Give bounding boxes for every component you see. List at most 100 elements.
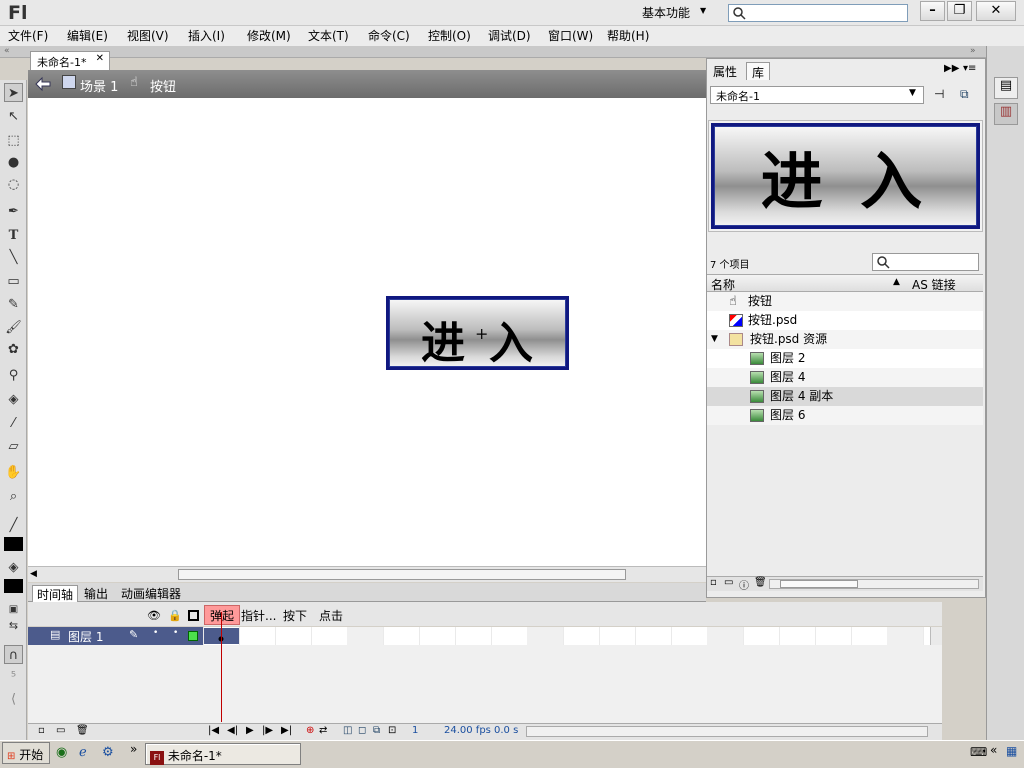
outline-toggle-icon[interactable] [188,610,199,621]
column-linkage[interactable]: AS 链接 [912,276,956,293]
library-item[interactable]: 图层 4 副本 [707,387,983,406]
start-button[interactable]: ⊞ 开始 [2,742,50,764]
chevron-down-icon[interactable]: ▼ [909,88,916,98]
stroke-color-icon[interactable]: ╱ [4,516,23,535]
tab-timeline[interactable]: 时间轴 [32,585,79,603]
new-layer-icon[interactable]: ▫ [38,725,45,736]
sort-up-icon[interactable]: ▲ [893,277,900,287]
scroll-left-icon[interactable]: ◀ [30,569,37,579]
new-folder-icon[interactable]: ▭ [56,725,65,736]
last-frame-icon[interactable]: ▶| [281,725,292,736]
chrome-icon[interactable]: ◉ [56,745,67,760]
free-transform-icon[interactable]: ⬚ [4,131,23,150]
3d-rotation-icon[interactable]: ● [4,153,23,172]
tab-library[interactable]: 库 [746,62,771,80]
eye-icon[interactable]: 👁 [147,609,161,622]
ie-icon[interactable]: ℯ [79,745,87,760]
snap-magnet-icon[interactable]: ∩ [4,645,23,664]
timeline-horizontal-scrollbar[interactable] [526,726,928,737]
breadcrumb-scene[interactable]: 场景 1 [80,76,118,95]
frame-label-up[interactable]: 弹起 [204,605,240,625]
menu-control[interactable]: 控制(O) [428,27,471,44]
keyboard-icon[interactable]: ⌨ [970,745,987,759]
hand-tool-icon[interactable]: ✋ [4,463,23,482]
pencil-icon[interactable]: ✎ [4,295,23,314]
back-arrow-icon[interactable] [34,76,52,92]
settings-icon[interactable]: ⚙ [102,745,114,760]
line-tool-icon[interactable]: ╲ [4,248,23,267]
stage-canvas[interactable] [28,98,706,566]
scrollbar-thumb[interactable] [780,580,858,588]
prev-frame-icon[interactable]: ◀| [227,725,238,736]
rectangle-tool-icon[interactable]: ▭ [4,272,23,291]
restore-button[interactable]: ❐ [947,1,972,21]
panel-menu-icon[interactable]: ▾≡ [963,63,976,74]
breadcrumb-symbol[interactable]: 按钮 [150,76,176,95]
deco-tool-icon[interactable]: ✿ [4,340,23,359]
loop-icon[interactable]: ⇄ [319,725,327,736]
expand-triangle-icon[interactable]: ▼ [711,330,718,349]
tray-expand-icon[interactable]: « [990,743,997,757]
first-frame-icon[interactable]: |◀ [208,725,219,736]
collapse-left-icon[interactable]: « [4,46,10,56]
new-symbol-icon[interactable]: ▫ [710,577,717,588]
properties-icon[interactable]: ⓘ [739,577,749,592]
new-folder-icon[interactable]: ▭ [724,577,733,588]
library-document-select[interactable]: 未命名-1 [710,86,924,104]
zoom-tool-icon[interactable]: ⌕ [4,487,23,506]
tab-properties[interactable]: 属性 [708,62,742,80]
eyedropper-icon[interactable]: ⁄ [4,414,23,433]
edit-multiple-frames-icon[interactable]: ⧉ [373,725,380,736]
text-tool-icon[interactable]: T [4,226,23,245]
menu-file[interactable]: 文件(F) [8,27,48,44]
swap-colors-icon[interactable]: ⇆ [4,616,23,635]
library-search-input[interactable] [872,253,979,271]
properties-panel-icon[interactable]: ▤ [994,77,1018,99]
fill-color-icon[interactable]: ◈ [4,558,23,577]
menu-commands[interactable]: 命令(C) [368,27,410,44]
lasso-icon[interactable]: ◌ [4,175,23,194]
delete-icon[interactable]: 🗑 [754,577,767,588]
column-name[interactable]: 名称 [711,276,735,293]
frame-rate[interactable]: 24.00 fps [444,725,491,736]
onion-skin-icon[interactable]: ◫ [343,725,352,736]
collapse-right-icon[interactable]: » [970,46,976,56]
play-icon[interactable]: ▶ [246,725,254,736]
lock-icon[interactable]: 🔒 [168,609,182,622]
library-item[interactable]: 按钮.psd [707,311,983,330]
frame-label-over[interactable]: 指针... [241,607,276,624]
fill-color-swatch[interactable] [4,579,23,593]
frame-label-hit[interactable]: 点击 [319,607,343,624]
library-item[interactable]: 图层 6 [707,406,983,425]
help-search-input[interactable] [728,4,908,22]
document-tab[interactable]: 未命名-1* ✕ [30,51,110,70]
scrollbar-thumb[interactable] [178,569,626,580]
close-tab-icon[interactable]: ✕ [96,53,104,64]
next-frame-icon[interactable]: |▶ [262,725,273,736]
new-library-panel-icon[interactable]: ⧉ [960,87,969,102]
minimize-button[interactable]: – [920,1,945,21]
menu-view[interactable]: 视图(V) [127,27,169,44]
more-quicklaunch-icon[interactable]: » [130,742,137,756]
stage-horizontal-scrollbar[interactable]: ◀ [28,566,706,582]
selection-tool-icon[interactable]: ➤ [4,83,23,102]
tab-output[interactable]: 输出 [80,585,112,602]
tab-motion-editor[interactable]: 动画编辑器 [117,585,185,602]
delete-icon[interactable]: 🗑 [76,725,89,736]
stroke-color-swatch[interactable] [4,537,23,551]
menu-debug[interactable]: 调试(D) [488,27,531,44]
close-button[interactable]: ✕ [976,1,1016,21]
paint-bucket-icon[interactable]: ◈ [4,390,23,409]
frame-grid[interactable] [203,627,930,645]
library-item[interactable]: ☝ 按钮 [707,292,983,311]
menu-edit[interactable]: 编辑(E) [67,27,108,44]
layer-color-swatch[interactable] [188,631,198,641]
menu-help[interactable]: 帮助(H) [607,27,649,44]
menu-text[interactable]: 文本(T) [308,27,349,44]
library-item[interactable]: 图层 2 [707,349,983,368]
library-item[interactable]: 图层 4 [707,368,983,387]
library-horizontal-scrollbar[interactable] [769,579,979,589]
pin-library-icon[interactable]: ⊣ [934,87,944,101]
library-item[interactable]: ▼ 按钮.psd 资源 [707,330,983,349]
menu-insert[interactable]: 插入(I) [188,27,225,44]
